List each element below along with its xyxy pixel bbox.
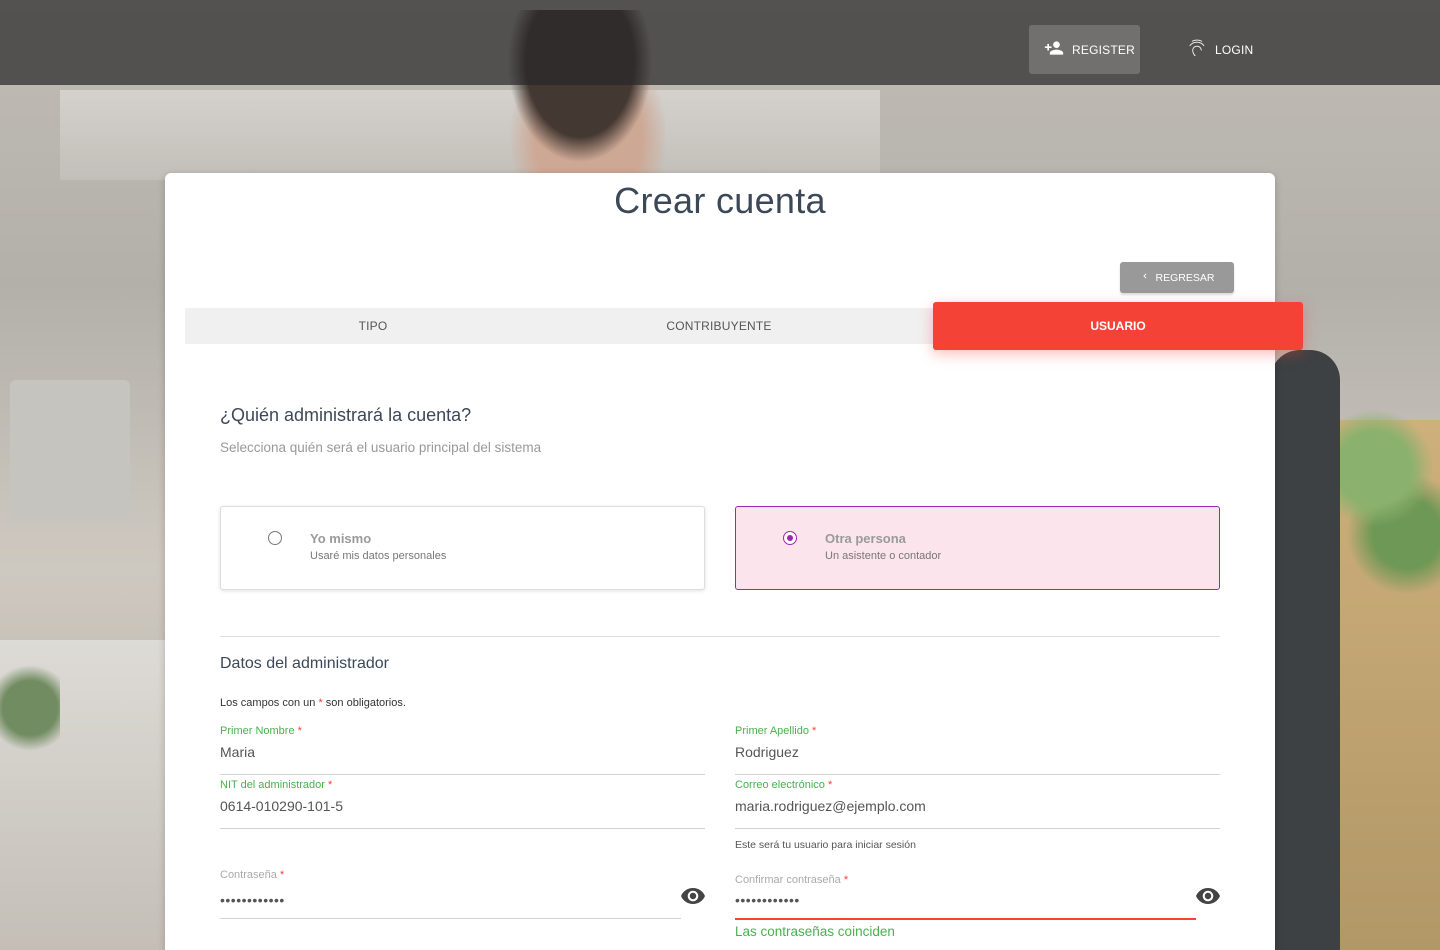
- tab-tipo[interactable]: TIPO: [185, 308, 561, 344]
- option-yo-mismo[interactable]: Yo mismo Usaré mis datos personales: [220, 506, 705, 590]
- login-button[interactable]: LOGIN: [1172, 25, 1262, 74]
- divider: [220, 636, 1220, 637]
- option-title: Otra persona: [825, 531, 906, 546]
- back-button[interactable]: REGRESAR: [1120, 262, 1234, 293]
- nit-field[interactable]: NIT del administrador * 0614-010290-101-…: [220, 779, 705, 829]
- required-note: Los campos con un * son obligatorios.: [220, 697, 406, 709]
- radio-otra-persona[interactable]: [783, 531, 797, 545]
- tab-usuario[interactable]: USUARIO: [933, 302, 1303, 350]
- confirm-password-field[interactable]: Confirmar contraseña * ••••••••••••: [735, 874, 1196, 920]
- section-subtitle: Selecciona quién será el usuario princip…: [220, 440, 542, 455]
- register-button[interactable]: REGISTER: [1029, 25, 1140, 74]
- last-name-input[interactable]: Rodriguez: [735, 744, 799, 760]
- option-otra-persona[interactable]: Otra persona Un asistente o contador: [735, 506, 1220, 590]
- password-field[interactable]: Contraseña * ••••••••••••: [220, 869, 681, 919]
- fingerprint-icon: [1187, 38, 1207, 61]
- required-note-suffix: son obligatorios.: [325, 697, 406, 709]
- first-name-input[interactable]: Maria: [220, 744, 255, 760]
- first-name-label: Primer Nombre *: [220, 725, 302, 737]
- page-title: Crear cuenta: [614, 180, 826, 221]
- password-label: Contraseña *: [220, 869, 285, 881]
- required-note-prefix: Los campos con un: [220, 697, 316, 709]
- section-question: ¿Quién administrará la cuenta?: [220, 405, 472, 425]
- email-field[interactable]: Correo electrónico * maria.rodriguez@eje…: [735, 779, 1220, 829]
- option-title: Yo mismo: [310, 531, 372, 546]
- top-navbar: REGISTER LOGIN: [0, 0, 1440, 85]
- nit-input[interactable]: 0614-010290-101-5: [220, 798, 343, 814]
- option-description: Un asistente o contador: [825, 550, 942, 562]
- nit-label: NIT del administrador *: [220, 779, 333, 791]
- show-confirm-password-eye-icon[interactable]: [1196, 888, 1220, 904]
- show-password-eye-icon[interactable]: [681, 888, 705, 904]
- last-name-field[interactable]: Primer Apellido * Rodriguez: [735, 725, 1220, 775]
- tab-contribuyente[interactable]: CONTRIBUYENTE: [531, 308, 907, 344]
- chevron-left-icon: [1140, 271, 1150, 284]
- login-label: LOGIN: [1215, 42, 1254, 57]
- required-star: *: [318, 697, 323, 709]
- confirm-password-label: Confirmar contraseña *: [735, 874, 849, 886]
- email-hint: Este será tu usuario para iniciar sesión: [735, 839, 916, 851]
- admin-section-title: Datos del administrador: [220, 655, 389, 672]
- confirm-password-input[interactable]: ••••••••••••: [735, 892, 800, 908]
- radio-yo-mismo[interactable]: [268, 531, 282, 545]
- last-name-label: Primer Apellido *: [735, 725, 817, 737]
- person-add-icon: [1044, 38, 1064, 61]
- option-description: Usaré mis datos personales: [310, 550, 447, 562]
- password-input[interactable]: ••••••••••••: [220, 892, 285, 908]
- back-label: REGRESAR: [1155, 271, 1215, 284]
- email-label: Correo electrónico *: [735, 779, 833, 791]
- password-match-message: Las contraseñas coinciden: [735, 924, 895, 939]
- first-name-field[interactable]: Primer Nombre * Maria: [220, 725, 705, 775]
- register-label: REGISTER: [1072, 42, 1135, 57]
- email-input[interactable]: maria.rodriguez@ejemplo.com: [735, 798, 926, 814]
